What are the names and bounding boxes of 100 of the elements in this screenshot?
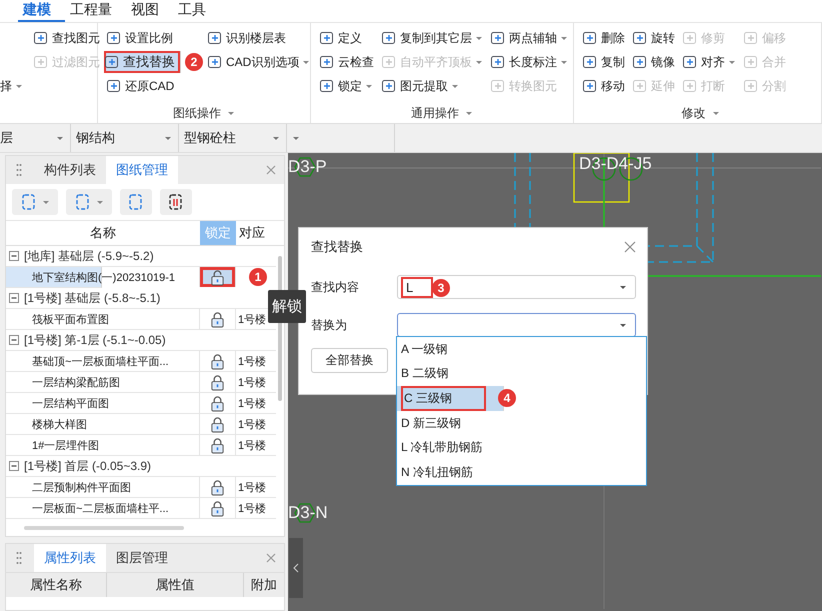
ribbon-button[interactable]: 图元提取 (379, 75, 461, 97)
dropdown-option[interactable]: C 三级钢 (397, 386, 504, 411)
tool-icon (104, 54, 120, 70)
tool-icon (582, 78, 598, 94)
collapse-icon[interactable] (9, 251, 19, 261)
padlock-icon (210, 416, 225, 432)
ribbon-button[interactable]: 对齐 (680, 51, 738, 73)
floor-group[interactable]: [地库] 基础层 (-5.9~-5.2) (24, 248, 154, 264)
drawing-name[interactable]: 1#一层埋件图 (6, 435, 200, 455)
caret-icon (619, 283, 627, 291)
caret-icon (42, 198, 50, 206)
ribbon-button[interactable]: 旋转 (630, 27, 677, 49)
drawing-name[interactable]: 楼梯大样图 (6, 414, 200, 434)
ribbon-button[interactable]: 复制到其它层 (379, 27, 485, 49)
column-header: 属性值 (107, 573, 244, 597)
field-label: 替换为 (311, 316, 348, 334)
floor-cell-text: 1号楼 (237, 480, 266, 494)
ribbon-button[interactable]: 复制 (580, 51, 627, 73)
menu-tab[interactable]: 工具 (173, 0, 220, 22)
drawing-name[interactable]: 二层预制构件平面图 (6, 477, 200, 497)
ribbon-button[interactable]: 查找替换 (104, 51, 181, 73)
tool-icon (582, 54, 598, 70)
ribbon-button[interactable]: 删除 (580, 27, 627, 49)
floor-group[interactable]: [1号楼] 基础层 (-5.8~-5.1) (24, 290, 160, 306)
tool-icon (381, 30, 397, 46)
ribbon-button[interactable]: 云检查 (317, 51, 376, 73)
tool-icon (381, 78, 397, 94)
ribbon-button[interactable]: 长度标注 (488, 51, 570, 73)
floor-cell-text: 1号楼 (237, 502, 266, 516)
tool-icon (106, 78, 122, 94)
tool-icon (682, 78, 698, 94)
tool-icon (490, 30, 506, 46)
ribbon-button[interactable]: 定义 (317, 27, 364, 49)
padlock-icon (210, 394, 225, 412)
column-header[interactable]: 名称 (6, 221, 200, 245)
column-header: 附加 (250, 576, 278, 594)
combo-field[interactable]: L 3 (397, 275, 636, 299)
dropdown-option[interactable]: B 二级钢 (397, 362, 646, 386)
close-icon[interactable] (624, 241, 636, 253)
menu-tab[interactable]: 视图 (126, 0, 173, 22)
column-header[interactable]: 对应 (236, 221, 275, 245)
tool-icon (743, 78, 759, 94)
menu-tab[interactable]: 工程量 (65, 0, 126, 22)
panel-tab[interactable]: 图层管理 (106, 544, 178, 572)
caret-icon (15, 82, 23, 90)
ribbon-button[interactable]: 查找图元 (31, 27, 102, 49)
ribbon-button[interactable]: 镜像 (630, 51, 677, 73)
tool-icon (682, 30, 698, 46)
dropdown[interactable]: 层 (0, 124, 71, 152)
ribbon-button[interactable]: 识别楼层表 (205, 27, 288, 49)
drawing-name[interactable]: 基础顶~一层板面墙柱平面... (6, 351, 200, 371)
dropdown-option[interactable]: L 冷轧带肋钢筋 (397, 435, 646, 460)
padlock-icon (210, 374, 225, 390)
panel-tab[interactable]: 属性列表 (34, 544, 106, 572)
caret-icon (619, 321, 627, 329)
caret-icon (728, 58, 736, 66)
collapse-icon[interactable] (9, 335, 19, 345)
ribbon-button[interactable]: 锁定 (317, 75, 375, 97)
ribbon-button[interactable]: CAD识别选项 (205, 51, 312, 73)
panel-tab[interactable]: 图纸管理 (106, 156, 178, 184)
collapse-icon[interactable] (9, 461, 19, 471)
lock-toggle[interactable] (200, 267, 236, 287)
ribbon-button[interactable]: 两点辅轴 (488, 27, 570, 49)
ribbon-button[interactable]: 设置比例 (104, 27, 175, 49)
ribbon-button[interactable]: 择 (0, 75, 23, 97)
toolbar-button[interactable] (160, 189, 192, 215)
floor-group[interactable]: [1号楼] 首层 (-0.05~3.9) (24, 458, 152, 474)
floor-cell-text: 1号楼 (237, 312, 266, 326)
group-label: 修改 (682, 104, 706, 122)
dropdown[interactable]: 钢结构 (73, 124, 179, 152)
collapse-icon[interactable] (9, 293, 19, 303)
panel-tab[interactable]: 构件列表 (34, 156, 106, 184)
collapse-handle[interactable] (289, 538, 303, 598)
dropdown-option[interactable]: A 一级钢 (397, 337, 646, 362)
drawing-name[interactable]: 筏板平面布置图 (6, 309, 200, 329)
caret-icon (560, 58, 568, 66)
caret-icon (272, 134, 280, 142)
scrollbar[interactable] (24, 526, 184, 530)
tool-icon (319, 78, 335, 94)
caret-icon[interactable] (227, 109, 235, 117)
replace-all-button[interactable]: 全部替换 (311, 348, 388, 373)
column-header: 属性名称 (6, 573, 107, 597)
caret-icon[interactable] (465, 109, 473, 117)
dropdown-option[interactable]: D 新三级钢 (397, 410, 646, 436)
caret-icon (292, 134, 300, 142)
drawing-name[interactable]: 一层板面~二层板面墙柱平... (6, 498, 200, 518)
caret-icon[interactable] (712, 109, 720, 117)
floor-group[interactable]: [1号楼] 第-1层 (-5.1~-0.05) (24, 332, 166, 348)
dropdown[interactable]: 型钢砼柱 (181, 124, 287, 152)
grip-icon[interactable] (16, 163, 22, 177)
ribbon-button[interactable]: 移动 (580, 75, 627, 97)
tool-icon (632, 30, 648, 46)
tool-icon (33, 54, 49, 70)
chevron-left-icon (293, 563, 299, 573)
caret-icon (560, 34, 568, 42)
drawing-name[interactable]: 一层结构梁配筋图 (6, 372, 200, 392)
dropdown-option[interactable]: N 冷轧扭钢筋 (397, 460, 646, 485)
grip-icon[interactable] (16, 551, 22, 565)
ribbon-button[interactable]: 还原CAD (104, 75, 176, 97)
drawing-name[interactable]: 一层结构平面图 (6, 393, 200, 413)
